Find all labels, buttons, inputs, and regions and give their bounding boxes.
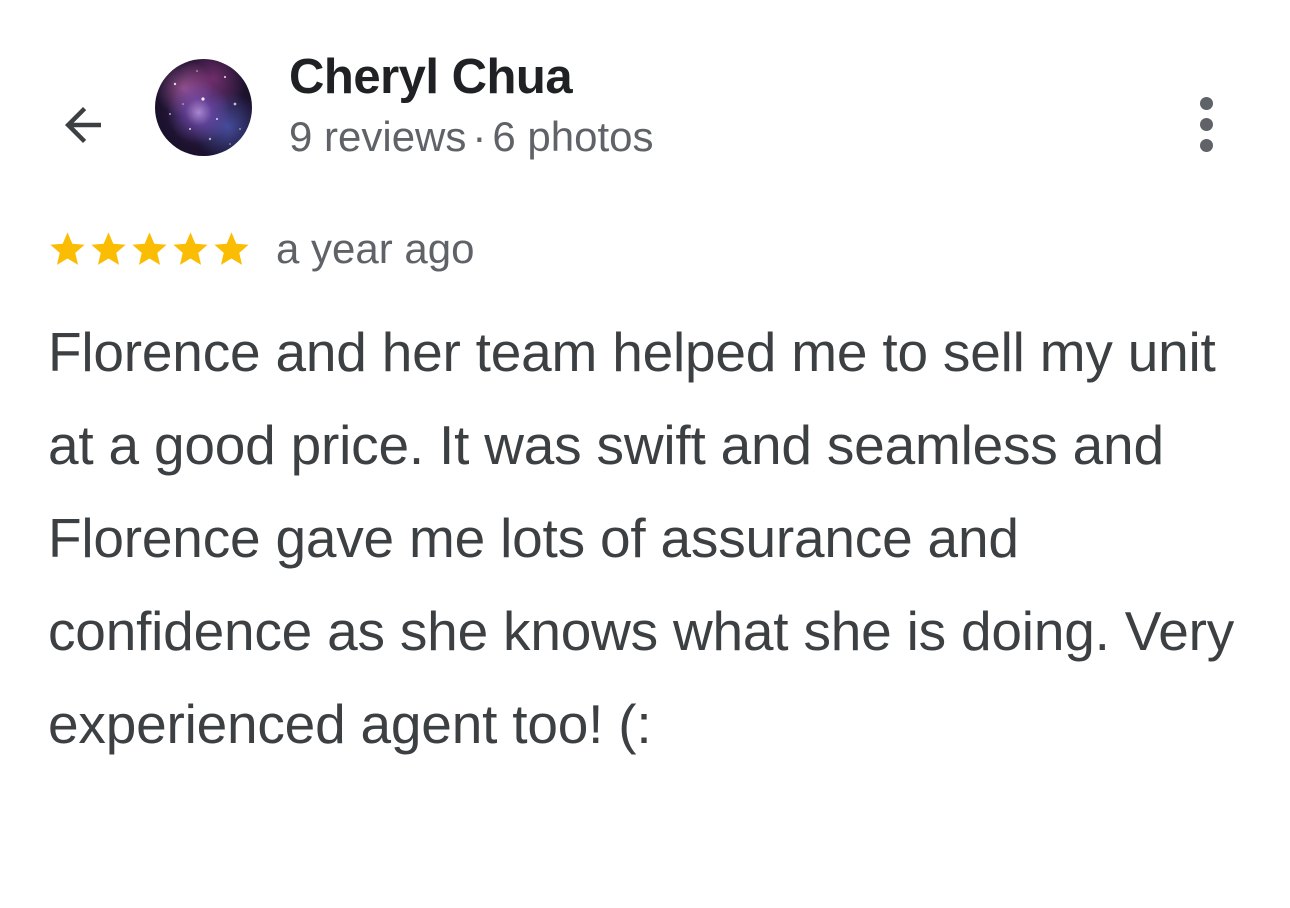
back-button[interactable] bbox=[50, 92, 116, 158]
avatar[interactable] bbox=[155, 59, 252, 156]
review-date: a year ago bbox=[276, 225, 475, 272]
more-options-button[interactable] bbox=[1176, 88, 1236, 160]
more-vert-icon bbox=[1199, 96, 1213, 110]
galaxy-image bbox=[169, 70, 241, 145]
reviewer-name[interactable]: Cheryl Chua bbox=[289, 47, 573, 107]
star-icon bbox=[214, 231, 249, 265]
photos-count: 6 photos bbox=[492, 113, 654, 160]
reviews-count: 9 reviews bbox=[289, 113, 467, 160]
more-vert-icon-dot bbox=[1199, 117, 1213, 131]
separator-dot: · bbox=[472, 113, 487, 160]
star-icon bbox=[50, 231, 85, 265]
arrow-left-icon bbox=[65, 107, 101, 143]
star-icon bbox=[132, 231, 167, 265]
star-icon bbox=[91, 231, 126, 265]
review-text: Florence and her team helped me to sell … bbox=[48, 321, 1235, 755]
rating-row: a year ago bbox=[47, 222, 474, 276]
star-rating bbox=[47, 229, 252, 270]
star-icon bbox=[173, 231, 208, 265]
reviewer-stats: 9 reviews · 6 photos bbox=[289, 111, 654, 163]
more-vert-icon-dot bbox=[1199, 138, 1213, 152]
